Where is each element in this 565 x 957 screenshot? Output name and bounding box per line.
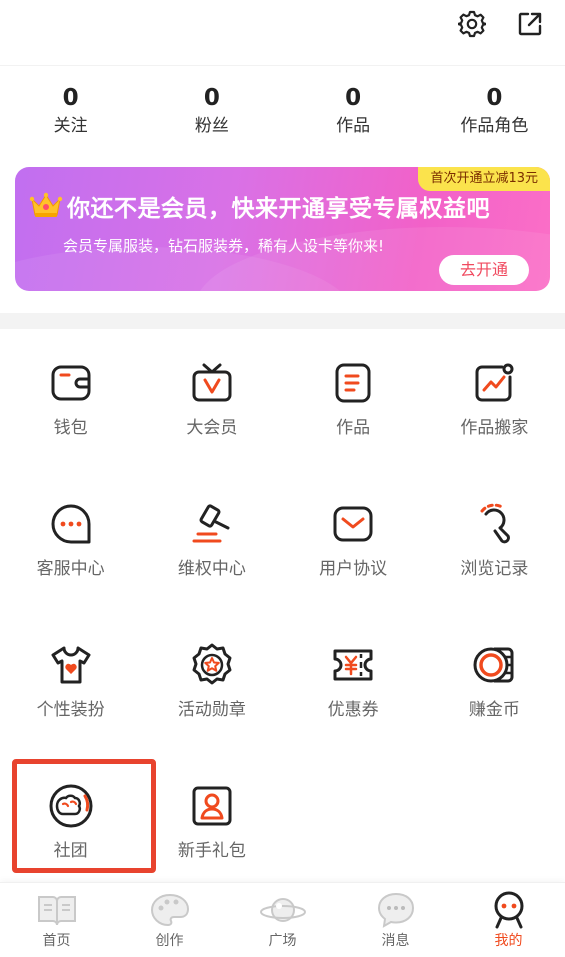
menu-item-rights-center[interactable]: 维权中心	[141, 500, 282, 580]
tab-label: 首页	[42, 933, 71, 949]
stat-label: 粉丝	[194, 116, 229, 136]
tab-create[interactable]: 创作	[113, 883, 226, 957]
stat-label: 作品角色	[460, 116, 529, 136]
discount-badge: 首次开通立减13元	[418, 167, 550, 191]
menu-item-history[interactable]: 浏览记录	[424, 500, 565, 580]
menu-item-label: 用户协议	[319, 559, 388, 579]
palette-icon	[113, 891, 226, 929]
bottom-tab-bar: 首页 创作 广场 消息 我的	[0, 882, 565, 957]
open-vip-button[interactable]: 去开通	[439, 255, 529, 285]
crown-icon	[29, 191, 63, 223]
stat-label: 作品	[336, 116, 371, 136]
tshirt-icon	[47, 641, 95, 689]
menu-item-vip[interactable]: 大会员	[141, 359, 282, 439]
history-icon	[470, 500, 518, 548]
stat-followers[interactable]: 0 粉丝	[141, 82, 282, 148]
vip-description: 会员专属服装，钻石服装券，稀有人设卡等你来!	[63, 237, 385, 255]
stat-label: 关注	[53, 116, 88, 136]
menu-item-personal-dressup[interactable]: 个性装扮	[0, 641, 141, 721]
menu-item-label: 优惠券	[327, 700, 379, 720]
chat-icon	[47, 500, 95, 548]
menu-item-user-agreement[interactable]: 用户协议	[283, 500, 424, 580]
menu-item-event-medals[interactable]: 活动勋章	[141, 641, 282, 721]
tab-plaza[interactable]: 广场	[226, 883, 339, 957]
mail-icon	[329, 500, 377, 548]
highlight-box	[12, 759, 156, 873]
message-icon	[339, 891, 452, 929]
stat-value: 0	[486, 85, 503, 111]
tab-label: 消息	[381, 933, 410, 949]
stats-row: 0 关注 0 粉丝 0 作品 0 作品角色	[0, 82, 565, 148]
menu-item-label: 赚金币	[468, 700, 520, 720]
person-icon	[452, 891, 565, 929]
tab-home[interactable]: 首页	[0, 883, 113, 957]
stat-value: 0	[203, 85, 220, 111]
stat-characters[interactable]: 0 作品角色	[424, 82, 565, 148]
coupon-icon	[329, 641, 377, 689]
section-divider	[0, 313, 565, 329]
menu-item-label: 维权中心	[177, 559, 246, 579]
gavel-icon	[188, 500, 236, 548]
settings-gear-icon[interactable]	[457, 9, 487, 39]
menu-item-coupons[interactable]: 优惠券	[283, 641, 424, 721]
menu-item-label: 作品搬家	[460, 418, 529, 438]
coins-icon	[470, 641, 518, 689]
move-works-icon	[470, 359, 518, 407]
stat-works[interactable]: 0 作品	[283, 82, 424, 148]
tab-label: 广场	[268, 933, 297, 949]
tab-label: 创作	[155, 933, 184, 949]
menu-item-works[interactable]: 作品	[283, 359, 424, 439]
menu-item-label: 个性装扮	[36, 700, 105, 720]
profile-card-icon	[188, 782, 236, 830]
tab-label: 我的	[494, 933, 523, 949]
stat-following[interactable]: 0 关注	[0, 82, 141, 148]
menu-item-label: 客服中心	[36, 559, 105, 579]
tab-mine[interactable]: 我的	[452, 883, 565, 957]
menu-item-label: 作品	[336, 418, 371, 438]
menu-item-wallet[interactable]: 钱包	[0, 359, 141, 439]
vip-icon	[188, 359, 236, 407]
menu-item-label: 活动勋章	[177, 700, 246, 720]
vip-banner[interactable]: 首次开通立减13元 你还不是会员，快来开通享受专属权益吧 会员专属服装，钻石服装…	[15, 167, 550, 291]
tab-messages[interactable]: 消息	[339, 883, 452, 957]
stat-value: 0	[62, 85, 79, 111]
wallet-icon	[47, 359, 95, 407]
book-icon	[0, 891, 113, 929]
stat-value: 0	[345, 85, 362, 111]
top-bar	[0, 0, 565, 66]
menu-item-newbie-gift[interactable]: 新手礼包	[141, 782, 282, 862]
menu-item-label: 钱包	[53, 418, 88, 438]
vip-headline: 你还不是会员，快来开通享受专属权益吧	[67, 196, 490, 222]
menu-item-earn-coins[interactable]: 赚金币	[424, 641, 565, 721]
menu-item-move-works[interactable]: 作品搬家	[424, 359, 565, 439]
menu-item-label: 浏览记录	[460, 559, 529, 579]
works-icon	[329, 359, 377, 407]
share-external-icon[interactable]	[515, 9, 545, 39]
medal-icon	[188, 641, 236, 689]
planet-icon	[226, 891, 339, 929]
menu-item-label: 大会员	[186, 418, 238, 438]
menu-item-customer-service[interactable]: 客服中心	[0, 500, 141, 580]
menu-item-label: 新手礼包	[177, 841, 246, 861]
